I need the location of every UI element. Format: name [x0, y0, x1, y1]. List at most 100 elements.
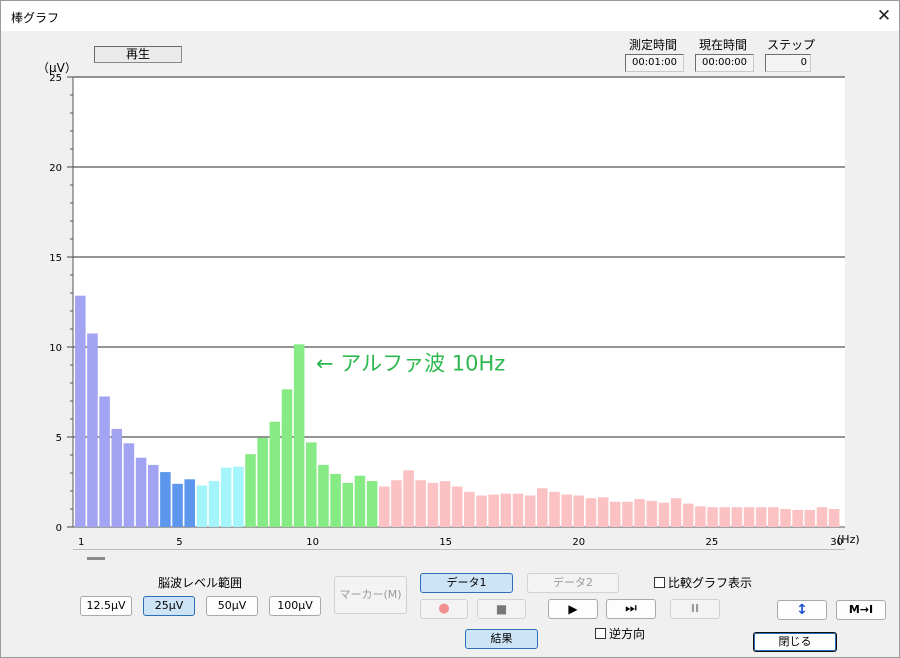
- compare-graph-checkbox[interactable]: 比較グラフ表示: [654, 574, 752, 591]
- bar: [391, 480, 402, 527]
- bar: [354, 475, 366, 527]
- bar: [768, 507, 779, 527]
- bar: [682, 503, 694, 527]
- bar: [293, 344, 305, 527]
- bar: [439, 481, 451, 527]
- record-button[interactable]: ●: [420, 599, 468, 619]
- y-tick-label: 5: [56, 433, 62, 444]
- bar: [755, 507, 767, 527]
- scroll-track[interactable]: [73, 549, 845, 550]
- bar: [792, 509, 803, 527]
- close-button[interactable]: 閉じる: [753, 632, 837, 652]
- bar: [415, 480, 426, 527]
- bar: [488, 494, 499, 527]
- bar: [147, 464, 159, 527]
- bar: [172, 483, 183, 527]
- jump-to-end-button[interactable]: M→I: [836, 600, 886, 620]
- bar: [512, 493, 524, 527]
- fast-forward-icon: ⏭: [625, 601, 637, 616]
- x-tick-label: 1: [78, 537, 84, 548]
- bar: [476, 495, 487, 527]
- y-tick-label: 0: [56, 523, 62, 534]
- x-tick-label: 15: [439, 537, 452, 548]
- bar: [269, 421, 281, 527]
- x-tick-label: 20: [572, 537, 585, 548]
- compare-graph-label: 比較グラフ表示: [668, 576, 753, 590]
- bar: [464, 491, 475, 527]
- plot-area: [73, 77, 845, 527]
- bar: [622, 501, 633, 527]
- scroll-thumb[interactable]: [87, 557, 105, 560]
- vertical-resize-icon: ↕: [796, 602, 808, 618]
- x-tick-label: 25: [706, 537, 719, 548]
- bar: [111, 428, 123, 527]
- bar: [220, 467, 232, 527]
- bar: [257, 437, 268, 527]
- bar-chart: 05101520251 5 10 15 20 25 30← アルファ波 10Hz: [49, 73, 845, 548]
- bar: [743, 507, 755, 527]
- y-tick-label: 15: [49, 253, 62, 264]
- bar: [707, 507, 718, 527]
- bar: [208, 481, 220, 527]
- bar: [780, 509, 791, 527]
- reverse-direction-label: 逆方向: [609, 627, 646, 641]
- bar: [87, 333, 98, 527]
- bar: [123, 443, 135, 527]
- stop-button[interactable]: ■: [477, 599, 526, 619]
- bar: [330, 473, 341, 527]
- result-button[interactable]: 結果: [465, 629, 538, 649]
- bar: [816, 507, 828, 527]
- bar: [804, 509, 816, 527]
- bar: [500, 493, 512, 527]
- bar: [99, 396, 110, 527]
- bar: [634, 499, 645, 527]
- bar: [451, 486, 463, 527]
- marker-button[interactable]: マーカー(M): [334, 576, 407, 614]
- bar: [585, 498, 597, 527]
- bar: [403, 470, 414, 527]
- bar: [233, 466, 244, 527]
- bar: [366, 481, 378, 527]
- range-25uv-button[interactable]: 25μV: [143, 596, 195, 616]
- reverse-direction-checkbox[interactable]: 逆方向: [595, 625, 645, 642]
- bar: [378, 486, 390, 527]
- range-100uv-button[interactable]: 100μV: [269, 596, 321, 616]
- bar: [670, 498, 682, 527]
- bar: [135, 457, 147, 527]
- checkbox-box[interactable]: [654, 577, 665, 588]
- y-tick-label: 25: [49, 73, 62, 84]
- bar: [549, 491, 560, 527]
- bar: [646, 500, 658, 527]
- record-icon: ●: [438, 601, 450, 616]
- range-50uv-button[interactable]: 50μV: [206, 596, 258, 616]
- bar: [342, 482, 354, 527]
- bar: [731, 507, 743, 527]
- bar: [561, 494, 572, 527]
- bar: [719, 507, 730, 527]
- y-tick-label: 10: [49, 343, 62, 354]
- bar: [597, 497, 609, 527]
- data2-button[interactable]: データ2: [527, 573, 619, 593]
- bar: [75, 295, 86, 527]
- bar-graph-window: 棒グラフ ✕ 再生 測定時間 00:01:00 現在時間 00:00:00 ステ…: [0, 0, 900, 658]
- bar: [828, 509, 840, 527]
- checkbox-box[interactable]: [595, 628, 606, 639]
- bar: [427, 482, 439, 527]
- vertical-resize-button[interactable]: ↕: [777, 600, 827, 620]
- fast-forward-button[interactable]: ⏭: [606, 599, 656, 619]
- bar: [306, 442, 317, 527]
- pause-button[interactable]: II: [670, 599, 720, 619]
- range-12-5uv-button[interactable]: 12.5μV: [80, 596, 132, 616]
- bar: [573, 495, 585, 527]
- pause-icon: II: [690, 602, 700, 615]
- bar: [695, 506, 706, 527]
- bar: [184, 479, 195, 527]
- bar: [524, 495, 536, 527]
- alpha-wave-annotation: ← アルファ波 10Hz: [316, 351, 505, 375]
- data1-button[interactable]: データ1: [420, 573, 513, 593]
- bar: [609, 501, 621, 527]
- play-button[interactable]: ▶: [548, 599, 598, 619]
- bar: [160, 472, 171, 527]
- x-tick-label: 5: [176, 537, 182, 548]
- y-tick-label: 20: [49, 163, 62, 174]
